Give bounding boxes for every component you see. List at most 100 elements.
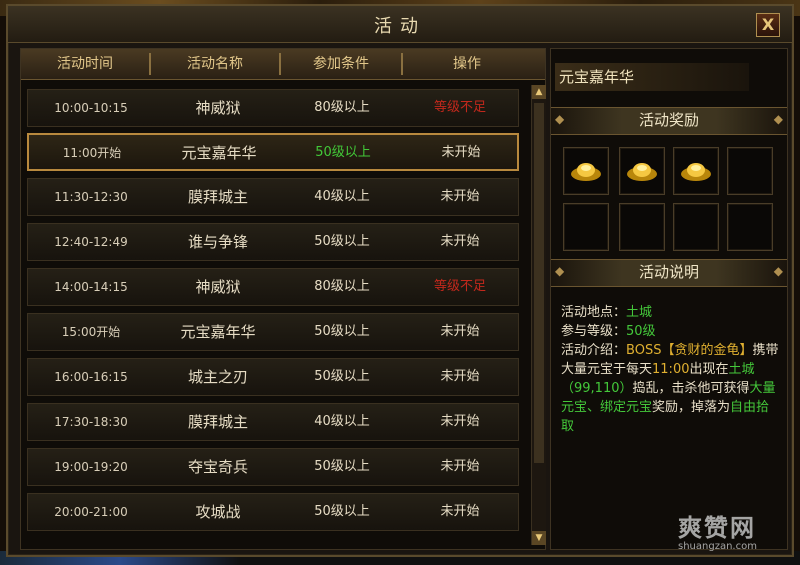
reward-slot-empty[interactable]	[619, 203, 665, 251]
intro-paragraph: 活动介绍：BOSS【贪财的金龟】携带大量元宝于每天11:00出现在土城（99,1…	[561, 341, 781, 436]
row-time: 11:00开始	[62, 146, 122, 160]
header-action: 操作	[453, 56, 481, 72]
row-time: 10:00-10:15	[54, 101, 128, 115]
row-time: 17:30-18:30	[54, 415, 128, 429]
table-row[interactable]: 11:30-12:30 膜拜城主 40级以上 未开始	[27, 178, 519, 216]
row-action[interactable]: 未开始	[402, 494, 518, 530]
row-time: 14:00-14:15	[54, 280, 128, 294]
selected-activity-name: 元宝嘉年华	[555, 63, 749, 91]
location-value: 土城	[626, 305, 653, 320]
level-line: 参与等级：50级	[561, 322, 781, 341]
intro-text: 奖励，掉落为	[652, 400, 731, 415]
header-condition: 参加条件	[313, 56, 369, 72]
intro-label: 活动介绍：	[561, 343, 627, 358]
ornament-icon: ◆	[773, 264, 783, 278]
table-row[interactable]: 10:00-10:15 神威狱 80级以上 等级不足	[27, 89, 519, 127]
row-action[interactable]: 未开始	[402, 404, 518, 440]
description-title: 活动说明	[638, 263, 699, 281]
reward-slot-empty[interactable]	[727, 147, 773, 195]
row-action[interactable]: 未开始	[402, 314, 518, 350]
table-row[interactable]: 14:00-14:15 神威狱 80级以上 等级不足	[27, 268, 519, 306]
row-name: 膜拜城主	[187, 188, 248, 206]
location-line: 活动地点：土城	[561, 303, 781, 322]
row-condition: 50级以上	[314, 459, 370, 474]
scroll-down-icon[interactable]: ▼	[532, 531, 546, 545]
row-time: 12:40-12:49	[54, 235, 128, 249]
watermark: 爽赞网 shuangzan.com	[678, 508, 788, 556]
header-name: 活动名称	[187, 56, 243, 72]
scroll-up-icon[interactable]: ▲	[532, 85, 546, 99]
level-value: 50级	[626, 324, 656, 339]
intro-text: 捣乱，击杀他可获得	[632, 381, 750, 396]
row-time: 20:00-21:00	[54, 505, 128, 519]
row-condition: 50级以上	[315, 145, 371, 160]
intro-text: 出现在	[689, 362, 729, 377]
scrollbar[interactable]: ▲ ▼	[531, 85, 546, 545]
activity-detail-panel: 元宝嘉年华 ◆ 活动奖励 ◆ ◆ 活动说明 ◆ 活动地点：土城 参与等级：50级…	[550, 48, 788, 550]
row-time: 15:00开始	[61, 325, 121, 339]
table-row[interactable]: 19:00-19:20 夺宝奇兵 50级以上 未开始	[27, 448, 519, 486]
row-action[interactable]: 未开始	[402, 224, 518, 260]
reward-slot-empty[interactable]	[673, 203, 719, 251]
level-label: 参与等级：	[561, 324, 627, 339]
row-name: 神威狱	[195, 278, 241, 296]
reward-slot[interactable]	[673, 147, 719, 195]
row-action[interactable]: 未开始	[402, 359, 518, 395]
activity-table-panel: 活动时间 活动名称 参加条件 操作 10:00-10:15 神威狱 80级以上 …	[20, 48, 546, 550]
row-condition: 80级以上	[314, 100, 370, 115]
row-time: 19:00-19:20	[54, 460, 128, 474]
gold-ingot-icon	[627, 163, 657, 181]
reward-slot-empty[interactable]	[563, 203, 609, 251]
location-label: 活动地点：	[561, 305, 627, 320]
row-action[interactable]: 未开始	[403, 135, 519, 171]
gold-ingot-icon	[681, 163, 711, 181]
intro-boss: BOSS【贪财的金龟】	[626, 343, 753, 358]
row-condition: 40级以上	[314, 414, 370, 429]
watermark-url: shuangzan.com	[678, 541, 757, 552]
header-time: 活动时间	[57, 56, 113, 72]
rewards-title: 活动奖励	[638, 111, 699, 129]
ornament-icon: ◆	[773, 112, 783, 126]
activity-window: 活动 X 活动时间 活动名称 参加条件 操作 10:00-10:15 神威狱 8…	[6, 4, 794, 557]
activity-description: 活动地点：土城 参与等级：50级 活动介绍：BOSS【贪财的金龟】携带大量元宝于…	[561, 303, 781, 436]
row-name: 元宝嘉年华	[180, 323, 256, 341]
reward-slot[interactable]	[619, 147, 665, 195]
row-action[interactable]: 等级不足	[402, 90, 518, 126]
row-name: 夺宝奇兵	[187, 458, 248, 476]
row-condition: 50级以上	[314, 369, 370, 384]
table-header: 活动时间 活动名称 参加条件 操作	[21, 49, 545, 80]
table-row[interactable]: 12:40-12:49 谁与争锋 50级以上 未开始	[27, 223, 519, 261]
reward-slot[interactable]	[563, 147, 609, 195]
row-condition: 50级以上	[314, 324, 370, 339]
table-row[interactable]: 20:00-21:00 攻城战 50级以上 未开始	[27, 493, 519, 531]
row-time: 16:00-16:15	[54, 370, 128, 384]
table-row-selected[interactable]: 11:00开始 元宝嘉年华 50级以上 未开始	[27, 133, 519, 171]
table-row[interactable]: 16:00-16:15 城主之刃 50级以上 未开始	[27, 358, 519, 396]
watermark-logo: 爽赞网	[678, 514, 756, 542]
close-button[interactable]: X	[756, 13, 780, 37]
description-header: ◆ 活动说明 ◆	[551, 255, 787, 289]
row-action[interactable]: 等级不足	[402, 269, 518, 305]
row-action[interactable]: 未开始	[402, 449, 518, 485]
row-condition: 50级以上	[314, 234, 370, 249]
row-condition: 40级以上	[314, 189, 370, 204]
rewards-header: ◆ 活动奖励 ◆	[551, 103, 787, 137]
table-row[interactable]: 17:30-18:30 膜拜城主 40级以上 未开始	[27, 403, 519, 441]
row-name: 元宝嘉年华	[181, 144, 257, 162]
reward-slot-empty[interactable]	[727, 203, 773, 251]
row-name: 谁与争锋	[187, 233, 248, 251]
row-name: 神威狱	[195, 99, 241, 117]
row-condition: 80级以上	[314, 279, 370, 294]
row-condition: 50级以上	[314, 504, 370, 519]
row-action[interactable]: 未开始	[402, 179, 518, 215]
gold-ingot-icon	[571, 163, 601, 181]
title-bar: 活动 X	[8, 6, 792, 43]
row-name: 攻城战	[195, 503, 241, 521]
row-time: 11:30-12:30	[54, 190, 128, 204]
row-name: 膜拜城主	[187, 413, 248, 431]
intro-time: 11:00	[652, 362, 690, 377]
scroll-thumb[interactable]	[534, 103, 544, 463]
window-title: 活动	[374, 16, 426, 37]
row-name: 城主之刃	[187, 368, 248, 386]
table-row[interactable]: 15:00开始 元宝嘉年华 50级以上 未开始	[27, 313, 519, 351]
